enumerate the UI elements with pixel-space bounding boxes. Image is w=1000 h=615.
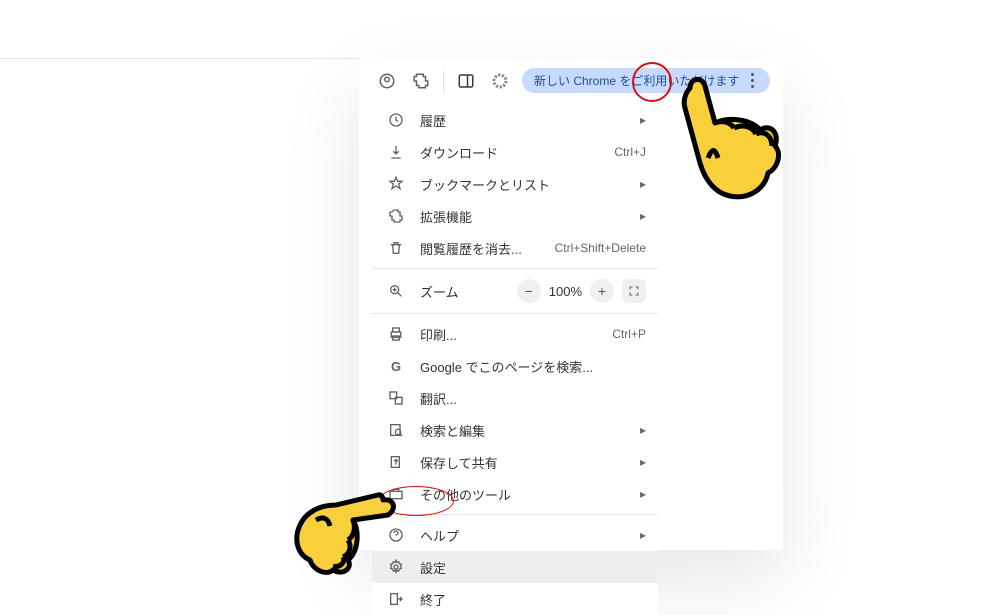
page-divider: [0, 58, 359, 59]
menu-zoom-label: ズーム: [420, 282, 503, 301]
submenu-arrow-icon: ▸: [640, 528, 646, 542]
menu-extensions-label: 拡張機能: [420, 207, 626, 226]
menu-separator: [372, 313, 658, 314]
submenu-arrow-icon: ▸: [640, 487, 646, 501]
menu-gsearch-label: Google でこのページを検索...: [420, 357, 646, 376]
menu-save-share-label: 保存して共有: [420, 453, 626, 472]
toolbar-separator: [443, 71, 444, 91]
menu-separator: [372, 268, 658, 269]
menu-translate-label: 翻訳...: [420, 389, 646, 408]
menu-clear-shortcut: Ctrl+Shift+Delete: [555, 241, 646, 255]
menu-bookmarks[interactable]: ブックマークとリスト ▸: [372, 168, 658, 200]
print-icon: [386, 324, 406, 344]
menu-exit-label: 終了: [420, 590, 646, 609]
profile-icon[interactable]: [375, 69, 399, 93]
menu-clear-history[interactable]: 閲覧履歴を消去... Ctrl+Shift+Delete: [372, 232, 658, 264]
menu-find-label: 検索と編集: [420, 421, 626, 440]
trash-icon: [386, 238, 406, 258]
bookmark-icon: [386, 174, 406, 194]
submenu-arrow-icon: ▸: [640, 455, 646, 469]
share-icon: [386, 452, 406, 472]
kebab-menu-icon[interactable]: [747, 73, 758, 88]
browser-toolbar: 新しい Chrome をご利用いただけます: [375, 68, 770, 93]
menu-more-tools-label: その他のツール: [420, 485, 626, 504]
extensions-icon[interactable]: [409, 69, 433, 93]
sidepanel-icon[interactable]: [454, 69, 478, 93]
zoom-icon: [386, 281, 406, 301]
menu-settings-label: 設定: [420, 558, 646, 577]
menu-help[interactable]: ヘルプ ▸: [372, 519, 658, 551]
download-icon: [386, 142, 406, 162]
gear-icon: [386, 557, 406, 577]
exit-icon: [386, 589, 406, 609]
menu-print-shortcut: Ctrl+P: [612, 327, 646, 341]
toolbox-icon: [386, 484, 406, 504]
menu-history[interactable]: 履歴 ▸: [372, 104, 658, 136]
zoom-in-button[interactable]: +: [590, 279, 614, 303]
puzzle-icon: [386, 206, 406, 226]
zoom-controls: − 100% +: [517, 279, 646, 303]
menu-downloads-shortcut: Ctrl+J: [614, 145, 646, 159]
menu-print-label: 印刷...: [420, 325, 598, 344]
zoom-value: 100%: [549, 284, 582, 299]
submenu-arrow-icon: ▸: [640, 209, 646, 223]
submenu-arrow-icon: ▸: [640, 423, 646, 437]
menu-save-share[interactable]: 保存して共有 ▸: [372, 446, 658, 478]
menu-clear-label: 閲覧履歴を消去...: [420, 239, 541, 258]
google-icon: G: [386, 356, 406, 376]
help-icon: [386, 525, 406, 545]
menu-separator: [372, 514, 658, 515]
menu-google-search[interactable]: G Google でこのページを検索...: [372, 350, 658, 382]
menu-find-edit[interactable]: 検索と編集 ▸: [372, 414, 658, 446]
menu-bookmarks-label: ブックマークとリスト: [420, 175, 626, 194]
menu-translate[interactable]: 翻訳...: [372, 382, 658, 414]
menu-downloads-label: ダウンロード: [420, 143, 600, 162]
menu-settings[interactable]: 設定: [372, 551, 658, 583]
menu-exit[interactable]: 終了: [372, 583, 658, 615]
menu-help-label: ヘルプ: [420, 526, 626, 545]
submenu-arrow-icon: ▸: [640, 113, 646, 127]
menu-zoom: ズーム − 100% +: [372, 273, 658, 309]
update-chip-label: 新しい Chrome をご利用いただけます: [534, 72, 739, 89]
translate-icon: [386, 388, 406, 408]
menu-history-label: 履歴: [420, 111, 626, 130]
menu-more-tools[interactable]: その他のツール ▸: [372, 478, 658, 510]
update-chip[interactable]: 新しい Chrome をご利用いただけます: [522, 68, 770, 93]
menu-downloads[interactable]: ダウンロード Ctrl+J: [372, 136, 658, 168]
submenu-arrow-icon: ▸: [640, 177, 646, 191]
zoom-out-button[interactable]: −: [517, 279, 541, 303]
menu-print[interactable]: 印刷... Ctrl+P: [372, 318, 658, 350]
find-icon: [386, 420, 406, 440]
history-icon: [386, 110, 406, 130]
fullscreen-button[interactable]: [622, 279, 646, 303]
menu-extensions[interactable]: 拡張機能 ▸: [372, 200, 658, 232]
color-wheel-icon[interactable]: [488, 69, 512, 93]
chrome-menu: 履歴 ▸ ダウンロード Ctrl+J ブックマークとリスト ▸ 拡張機能 ▸ 閲…: [372, 104, 658, 615]
